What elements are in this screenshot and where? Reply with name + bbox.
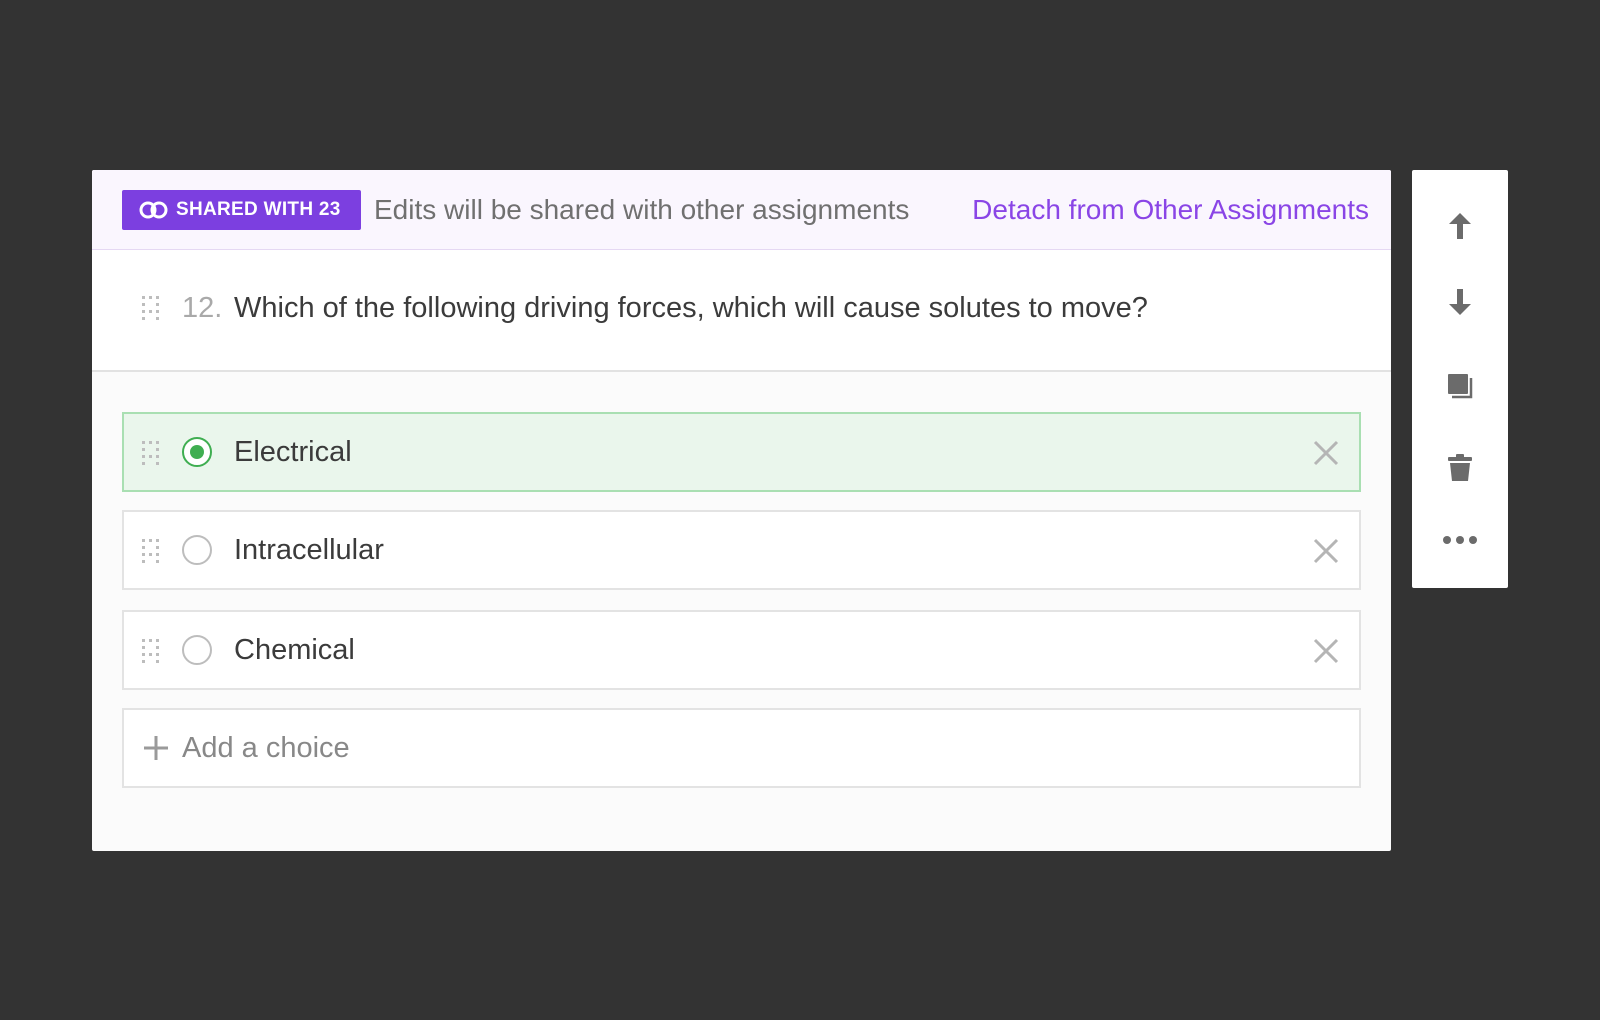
shared-message: Edits will be shared with other assignme… <box>374 194 910 225</box>
question-text[interactable]: Which of the following driving forces, w… <box>234 290 1148 326</box>
move-down-button[interactable] <box>1436 278 1484 326</box>
duplicate-button[interactable] <box>1436 362 1484 410</box>
drag-handle-icon[interactable] <box>140 537 162 567</box>
arrow-down-icon <box>1449 289 1471 315</box>
choice-label[interactable]: Electrical <box>234 434 352 470</box>
choice-item[interactable]: Electrical <box>122 412 1361 492</box>
duplicate-icon <box>1448 374 1473 399</box>
link-icon <box>139 201 168 219</box>
question-header: 12. Which of the following driving force… <box>92 250 1391 372</box>
shared-banner: SHARED WITH 23 Edits will be shared with… <box>92 170 1391 250</box>
question-toolbar <box>1412 170 1508 588</box>
move-up-button[interactable] <box>1436 202 1484 250</box>
trash-icon <box>1448 454 1472 481</box>
shared-badge: SHARED WITH 23 <box>122 190 361 230</box>
question-card: SHARED WITH 23 Edits will be shared with… <box>92 170 1391 851</box>
choice-label[interactable]: Chemical <box>234 632 355 668</box>
plus-icon <box>144 736 168 760</box>
detach-link[interactable]: Detach from Other Assignments <box>972 190 1369 230</box>
question-number: 12. <box>182 292 223 324</box>
close-icon[interactable] <box>1311 536 1341 566</box>
shared-badge-label: SHARED WITH 23 <box>176 199 341 220</box>
drag-handle-icon[interactable] <box>140 637 162 667</box>
choice-label[interactable]: Intracellular <box>234 532 384 568</box>
add-choice-label: Add a choice <box>182 732 350 764</box>
choice-item[interactable]: Intracellular <box>122 510 1361 590</box>
drag-handle-icon[interactable] <box>140 439 162 469</box>
choice-item[interactable]: Chemical <box>122 610 1361 690</box>
correct-answer-radio[interactable] <box>182 437 212 467</box>
drag-handle-icon[interactable] <box>140 294 162 324</box>
correct-answer-radio[interactable] <box>182 535 212 565</box>
correct-answer-radio[interactable] <box>182 635 212 665</box>
more-icon <box>1443 536 1477 544</box>
arrow-up-icon <box>1449 213 1471 239</box>
more-options-button[interactable] <box>1436 516 1484 564</box>
delete-button[interactable] <box>1436 444 1484 492</box>
close-icon[interactable] <box>1311 438 1341 468</box>
add-choice-input[interactable]: Add a choice <box>122 708 1361 788</box>
close-icon[interactable] <box>1311 636 1341 666</box>
